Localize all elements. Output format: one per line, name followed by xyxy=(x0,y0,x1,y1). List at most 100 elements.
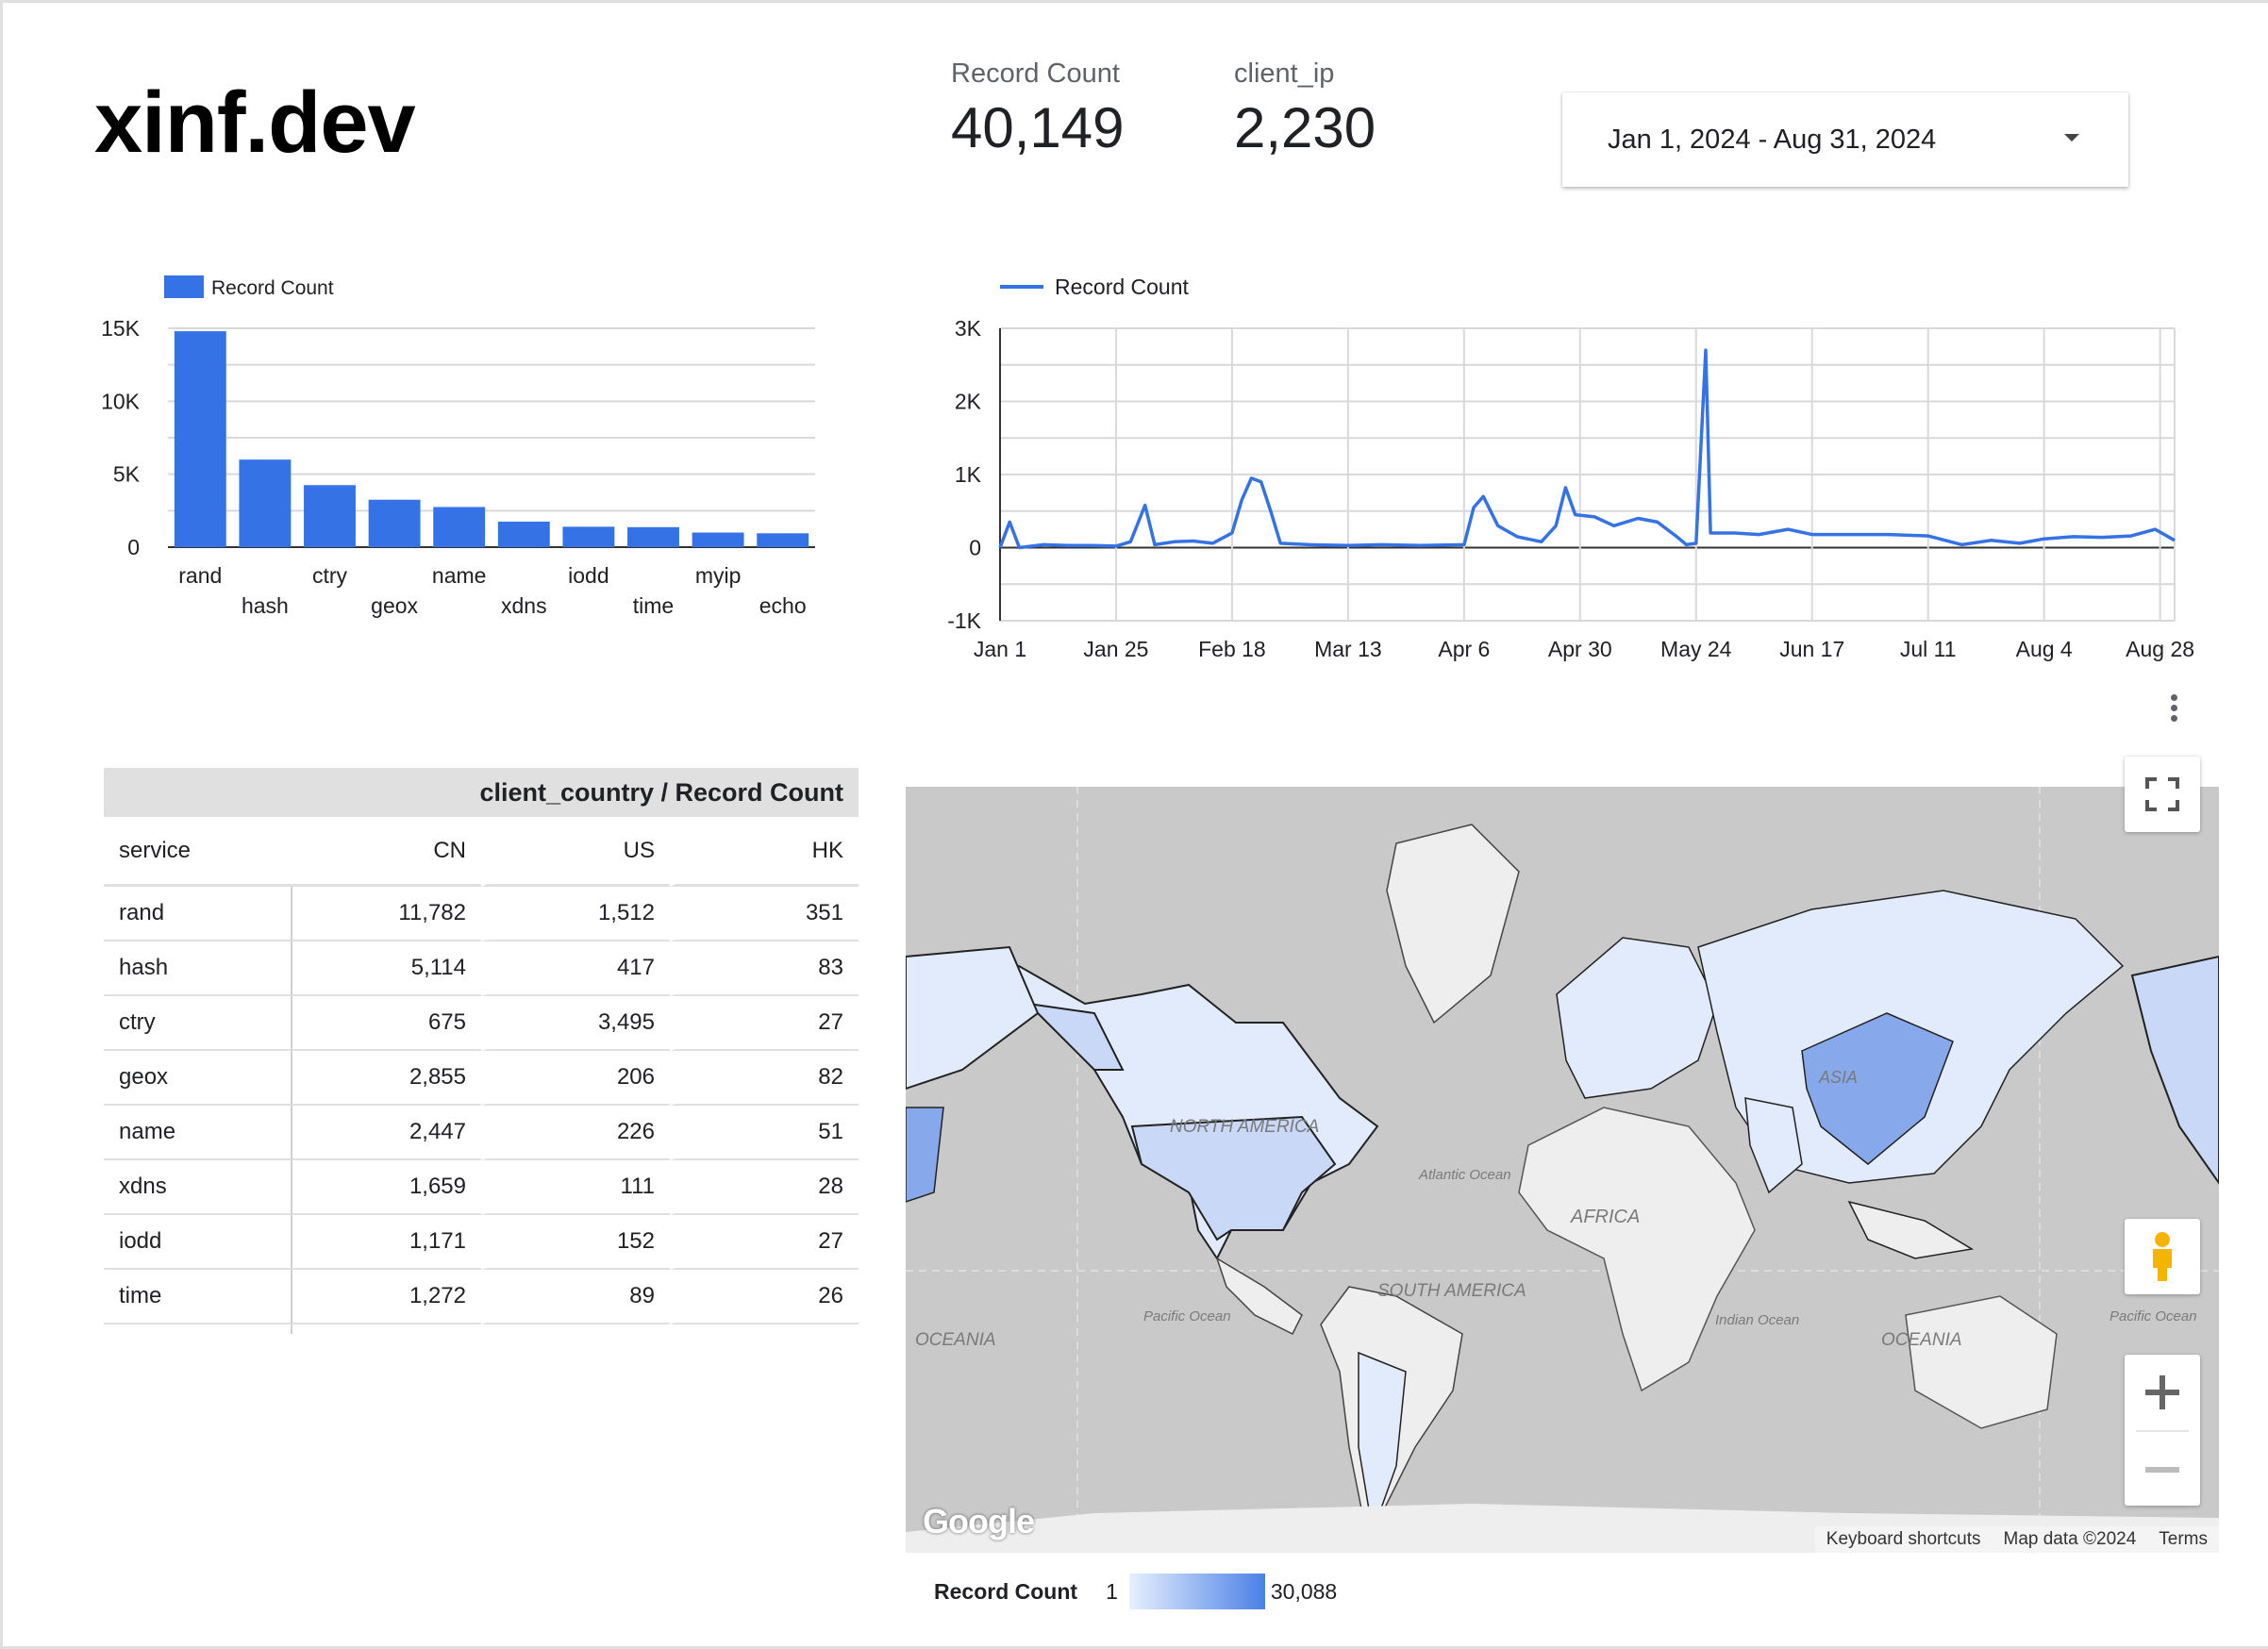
bar-geox[interactable] xyxy=(368,499,421,547)
scorecard-label: client_ip xyxy=(1234,58,1335,89)
table-row[interactable]: time 1,272 89 26 xyxy=(104,1270,859,1324)
table-cell: 51 xyxy=(670,1106,859,1160)
zoom-in-button[interactable] xyxy=(2125,1355,2200,1430)
row-label: iodd xyxy=(104,1215,292,1270)
row-label: xdns xyxy=(104,1160,292,1215)
legend-label: Record Count xyxy=(1055,275,1190,299)
y-tick-label: 1K xyxy=(955,462,982,487)
x-tick-label: hash xyxy=(242,593,289,618)
row-label: time xyxy=(104,1270,292,1324)
report-title: xinf.dev xyxy=(94,75,416,171)
table-cell: 2,447 xyxy=(292,1106,481,1160)
column-header-service[interactable]: service xyxy=(104,817,292,887)
column-header-us[interactable]: US xyxy=(481,817,670,887)
table-cell: 351 xyxy=(670,887,859,941)
scorecard-label: Record Count xyxy=(951,58,1120,89)
table-row[interactable]: iodd 1,171 152 27 xyxy=(104,1215,859,1270)
table-row[interactable]: name 2,447 226 51 xyxy=(104,1106,859,1160)
keyboard-shortcuts-link[interactable]: Keyboard shortcuts xyxy=(1826,1529,1981,1550)
bar-name[interactable] xyxy=(433,507,486,547)
table-cell: 89 xyxy=(481,1270,670,1324)
fullscreen-button[interactable] xyxy=(2125,757,2200,832)
bar-time[interactable] xyxy=(627,526,679,547)
y-tick-label: 2K xyxy=(955,390,982,414)
series-line-record-count[interactable] xyxy=(998,348,2176,550)
terms-link[interactable]: Terms xyxy=(2159,1529,2208,1550)
table-cell: 206 xyxy=(481,1051,670,1106)
y-tick-label: 10K xyxy=(101,389,141,413)
table-cell: 417 xyxy=(481,941,670,996)
pivot-column-header-row: service CN US HK xyxy=(104,817,859,887)
table-cell: 152 xyxy=(481,1215,670,1270)
bar-hash[interactable] xyxy=(239,459,292,547)
table-row[interactable]: myip8749126 xyxy=(104,1324,859,1334)
pivot-header: client_country / Record Count xyxy=(104,768,859,817)
x-tick-label: Feb 18 xyxy=(1198,637,1266,661)
table-cell: 27 xyxy=(670,996,859,1051)
bar-myip[interactable] xyxy=(692,532,744,547)
row-label: name xyxy=(104,1106,292,1160)
bar-chart[interactable]: Record Count 0 5K 10K 15K rand hash ctry geoxnam… xyxy=(85,264,840,632)
zoom-out-button[interactable] xyxy=(2125,1432,2200,1506)
bar-echo[interactable] xyxy=(757,533,809,547)
pegman-icon xyxy=(2153,1232,2172,1281)
label-south-america: SOUTH AMERICA xyxy=(1377,1281,1526,1301)
map-data-text: Map data ©2024 xyxy=(2003,1529,2137,1549)
x-tick-label: Jun 17 xyxy=(1779,637,1844,661)
table-cell: 1,512 xyxy=(481,887,670,941)
zoom-controls xyxy=(2125,1355,2200,1506)
column-header-cn[interactable]: CN xyxy=(292,817,481,887)
map-legend-max: 30,088 xyxy=(1270,1578,1338,1604)
y-tick-label: 15K xyxy=(101,316,141,341)
map-attribution: Keyboard shortcuts Map data ©2024 Terms xyxy=(1814,1526,2219,1553)
x-tick-label: time xyxy=(633,593,674,618)
table-cell: 83 xyxy=(670,941,859,996)
row-label: rand xyxy=(104,887,292,941)
table-row[interactable]: geox 2,855 206 82 xyxy=(104,1051,859,1106)
map-color-legend: Record Count 1 30,088 xyxy=(934,1574,1337,1609)
scorecard-client-ip[interactable]: client_ip 2,230 xyxy=(1234,58,1376,160)
plus-icon xyxy=(2145,1375,2179,1409)
column-header-hk[interactable]: HK xyxy=(670,817,859,887)
table-row[interactable]: xdns 1,659 111 28 xyxy=(104,1160,859,1215)
table-cell: 1,272 xyxy=(292,1270,481,1324)
scorecard-record-count[interactable]: Record Count 40,149 xyxy=(951,58,1125,160)
x-tick-label: Mar 13 xyxy=(1314,637,1382,661)
legend-swatch xyxy=(164,275,204,298)
x-tick-label: Jan 1 xyxy=(974,637,1026,661)
dropdown-arrow-icon xyxy=(2064,134,2079,142)
table-cell: 11,782 xyxy=(292,887,481,941)
y-tick-label: -1K xyxy=(947,608,981,633)
y-tick-label: 3K xyxy=(955,316,982,341)
x-tick-label: Apr 30 xyxy=(1548,637,1612,661)
street-view-button[interactable] xyxy=(2125,1219,2200,1294)
bar-xdns[interactable] xyxy=(497,521,550,547)
bar-iodd[interactable] xyxy=(562,526,615,547)
row-label: myip xyxy=(104,1324,292,1334)
line-chart[interactable]: Record Count -1K 0 1K 2K 3K Jan 1 Jan 25 Feb 18 M… xyxy=(943,264,2226,670)
x-tick-label: iodd xyxy=(568,563,609,588)
bar-ctry[interactable] xyxy=(304,485,356,547)
y-tick-label: 5K xyxy=(113,462,141,487)
bar-rand[interactable] xyxy=(174,331,226,547)
table-row[interactable]: hash 5,114 417 83 xyxy=(104,941,859,996)
table-row[interactable]: rand 11,782 1,512 351 xyxy=(104,887,859,941)
x-tick-label: geox xyxy=(371,593,418,618)
label-atlantic: Atlantic Ocean xyxy=(1418,1167,1511,1183)
x-tick-label: Jul 11 xyxy=(1900,637,1957,661)
date-range-control[interactable]: Jan 1, 2024 - Aug 31, 2024 xyxy=(1562,92,2128,187)
label-pacific-left: Pacific Ocean xyxy=(1143,1308,1231,1324)
x-tick-label: ctry xyxy=(312,563,348,588)
y-tick-label: 0 xyxy=(969,536,981,560)
more-options-icon[interactable] xyxy=(2166,694,2181,725)
date-range-label: Jan 1, 2024 - Aug 31, 2024 xyxy=(1608,124,1937,155)
table-cell: 26 xyxy=(670,1270,859,1324)
label-pacific-right: Pacific Ocean xyxy=(2110,1308,2197,1324)
table-cell: 26 xyxy=(670,1324,859,1334)
pivot-table[interactable]: client_country / Record Count service CN… xyxy=(104,768,859,1334)
row-label: hash xyxy=(104,941,292,996)
label-oceania-left: OCEANIA xyxy=(915,1330,996,1350)
geo-map[interactable]: NORTH AMERICA SOUTH AMERICA AFRICA ASIA … xyxy=(906,787,2219,1553)
table-row[interactable]: ctry 675 3,495 27 xyxy=(104,996,859,1051)
x-tick-label: name xyxy=(432,563,487,588)
